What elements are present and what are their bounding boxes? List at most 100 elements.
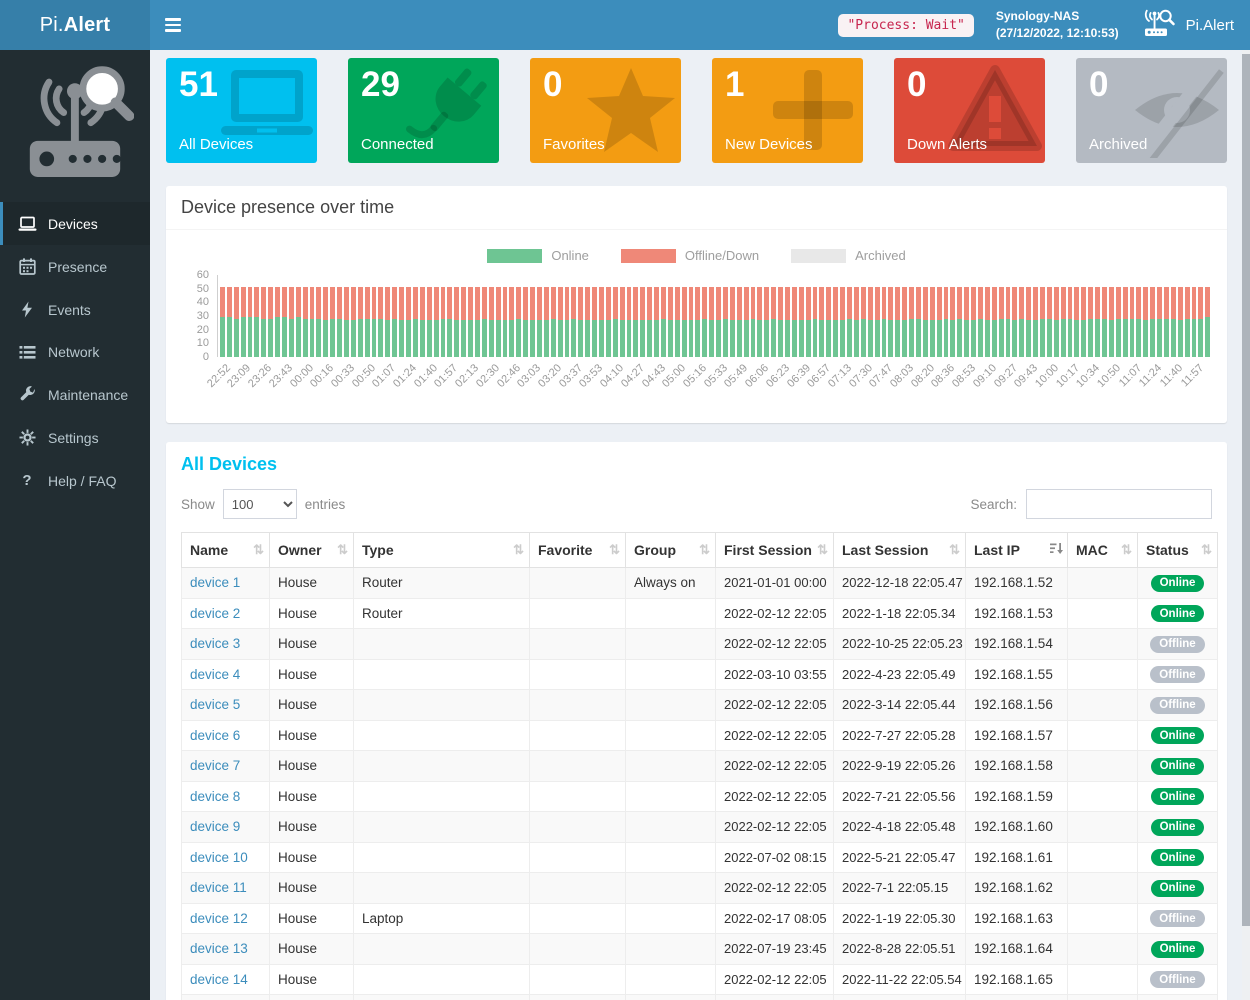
column-header-last_session[interactable]: Last Session⇅ [834,533,966,568]
sidebar-item-settings[interactable]: Settings [0,416,150,459]
chart-bar [730,287,735,357]
page-length-control: Show 100 entries [181,489,345,519]
chart-bar [1185,287,1190,357]
column-header-name[interactable]: Name⇅ [182,533,270,568]
device-link[interactable]: device 5 [190,697,240,712]
sidebar-item-help[interactable]: ? Help / FAQ [0,459,150,502]
cell-last_ip: 192.168.1.65 [966,964,1068,995]
device-link[interactable]: device 12 [190,911,248,926]
app-logo[interactable]: Pi.Alert [0,0,150,50]
sidebar-item-network[interactable]: Network [0,331,150,373]
device-link[interactable]: device 1 [190,575,240,590]
chart-bar [516,287,521,357]
cell-name: device 1 [182,568,270,599]
page-length-select[interactable]: 100 [223,489,297,519]
question-icon: ? [17,472,37,489]
chart-bar [661,287,666,357]
status-badge: Offline [1150,666,1204,683]
cell-last_session: 2022-4-18 22:05.48 [834,812,966,843]
chart-bar [606,287,611,357]
chart-bar [378,287,383,357]
device-link[interactable]: device 2 [190,606,240,621]
cell-first_session: 2022-07-02 08:15 [716,842,834,873]
cell-mac [1068,842,1138,873]
status-badge: Online [1151,819,1205,836]
column-header-status[interactable]: Status⇅ [1138,533,1218,568]
navbar-brand[interactable]: Pi.Alert [1141,8,1234,42]
card-favorites[interactable]: 0 Favorites [530,58,681,163]
cell-first_session: 2022-02-12 22:05 [716,690,834,721]
chart-bar [992,287,997,357]
router-search-icon [1141,8,1177,42]
column-header-favorite[interactable]: Favorite⇅ [530,533,626,568]
sidebar-item-label: Maintenance [48,387,128,403]
device-link[interactable]: device 7 [190,758,240,773]
chart-bar [888,287,893,357]
cell-group [626,873,716,904]
cell-favorite [530,964,626,995]
cell-owner: House [270,934,354,965]
y-tick-label: 10 [197,337,209,349]
card-new-devices[interactable]: 1 New Devices [712,58,863,163]
column-header-last_ip[interactable]: Last IP [966,533,1068,568]
card-all-devices[interactable]: 51 All Devices [166,58,317,163]
chart-bar [482,287,487,357]
chart-bar [406,287,411,357]
device-link[interactable]: device 3 [190,636,240,651]
cell-group [626,720,716,751]
device-link[interactable]: device 10 [190,850,248,865]
cell-first_session: 2022-02-17 08:05 [716,903,834,934]
chart-bar [578,287,583,357]
chart-bar [303,287,308,357]
cell-mac [1068,873,1138,904]
sidebar-item-maintenance[interactable]: Maintenance [0,373,150,416]
sidebar: Devices Presence Events Network Maintena… [0,50,150,1000]
column-header-owner[interactable]: Owner⇅ [270,533,354,568]
status-badge: Offline [1150,636,1204,653]
devices-panel-body: All Devices Show 100 entries Search: Nam… [166,442,1227,1000]
column-header-first_session[interactable]: First Session⇅ [716,533,834,568]
cell-owner: House [270,995,354,1000]
card-connected[interactable]: 29 Connected [348,58,499,163]
scrollbar-thumb[interactable] [1242,54,1250,926]
device-link[interactable]: device 13 [190,941,248,956]
column-header-type[interactable]: Type⇅ [354,533,530,568]
device-link[interactable]: device 11 [190,880,247,895]
table-row: device 2HouseRouter2022-02-12 22:052022-… [182,598,1218,629]
device-link[interactable]: device 8 [190,789,240,804]
cell-type: Laptop [354,903,530,934]
cell-status: Online [1138,781,1218,812]
wrench-icon [17,386,37,403]
process-status-badge[interactable]: "Process: Wait" [838,14,973,37]
table-row: device 7House2022-02-12 22:052022-9-19 2… [182,751,1218,782]
sidebar-item-events[interactable]: Events [0,288,150,331]
column-header-mac[interactable]: MAC⇅ [1068,533,1138,568]
hamburger-icon [165,29,181,32]
cell-name: device 2 [182,598,270,629]
cell-type [354,964,530,995]
device-link[interactable]: device 6 [190,728,240,743]
status-badge: Online [1151,941,1205,958]
column-header-group[interactable]: Group⇅ [626,533,716,568]
column-label: Group [634,542,676,558]
sidebar-toggle-button[interactable] [150,0,196,50]
navbar-brand-label: Pi.Alert [1186,17,1234,34]
device-link[interactable]: device 9 [190,819,240,834]
cell-type [354,629,530,660]
device-link[interactable]: device 14 [190,972,248,987]
card-down-alerts[interactable]: 0 Down Alerts [894,58,1045,163]
cell-last_ip: 192.168.1.66 [966,995,1068,1000]
status-badge: Offline [1150,971,1204,988]
search-input[interactable] [1026,489,1212,519]
sort-icon: ⇅ [253,542,264,558]
cell-name: device 5 [182,690,270,721]
show-label: Show [181,497,215,512]
sidebar-item-presence[interactable]: Presence [0,245,150,288]
card-archived[interactable]: 0 Archived [1076,58,1227,163]
cell-type [354,934,530,965]
chart-bar [964,287,969,357]
scrollbar[interactable] [1242,50,1250,1000]
sidebar-item-devices[interactable]: Devices [0,202,150,245]
device-link[interactable]: device 4 [190,667,240,682]
table-row: device 4House2022-03-10 03:552022-4-23 2… [182,659,1218,690]
